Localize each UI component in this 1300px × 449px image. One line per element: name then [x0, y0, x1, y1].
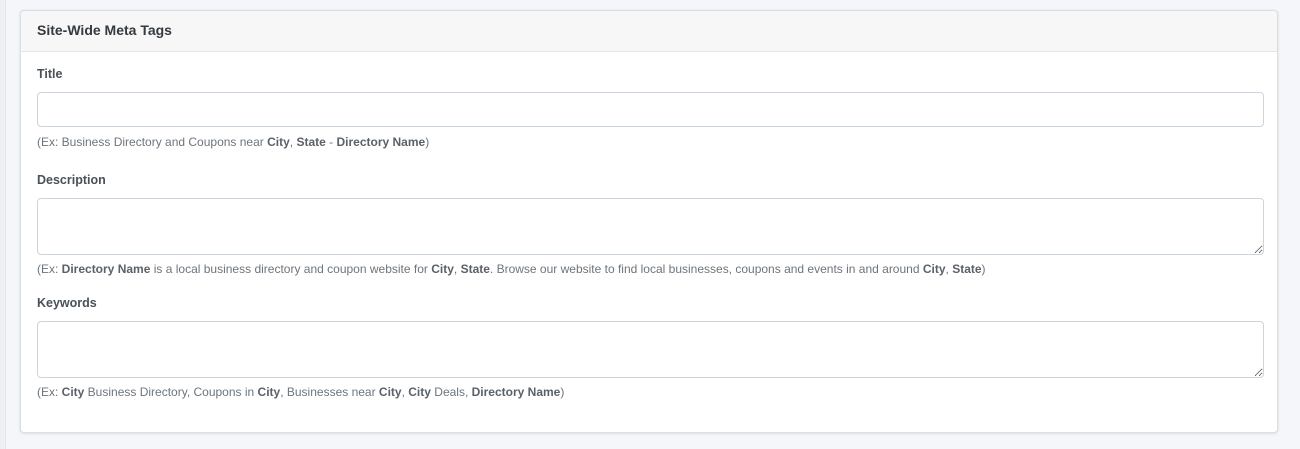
keywords-form-group: Keywords (Ex: City Business Directory, C…: [37, 295, 1264, 400]
page: Site-Wide Meta Tags Title (Ex: Business …: [0, 0, 1300, 449]
help-text-fragment: (Ex:: [37, 385, 62, 399]
help-text-fragment: Deals,: [430, 385, 472, 399]
help-placeholder-token: State: [460, 262, 490, 276]
help-placeholder-token: Directory Name: [471, 385, 561, 399]
keywords-textarea[interactable]: [37, 321, 1264, 378]
help-placeholder-token: City: [378, 385, 402, 399]
card-body: Title (Ex: Business Directory and Coupon…: [21, 52, 1277, 400]
title-form-group: Title (Ex: Business Directory and Coupon…: [37, 66, 1264, 150]
help-text-fragment: . Browse our website to find local busin…: [489, 262, 923, 276]
help-placeholder-token: City: [267, 135, 290, 149]
help-text-fragment: -: [325, 135, 337, 149]
title-label: Title: [37, 67, 63, 81]
keywords-label: Keywords: [37, 296, 97, 310]
description-form-group: Description (Ex: Directory Name is a loc…: [37, 172, 1264, 277]
help-text-fragment: Business Directory, Coupons in: [84, 385, 258, 399]
help-text-fragment: ): [425, 135, 430, 149]
description-help-text: (Ex: Directory Name is a local business …: [37, 261, 1262, 277]
title-input[interactable]: [37, 92, 1264, 127]
help-placeholder-token: City: [408, 385, 431, 399]
help-placeholder-token: Directory Name: [61, 262, 151, 276]
keywords-help-text: (Ex: City Business Directory, Coupons in…: [37, 384, 1262, 400]
help-placeholder-token: City: [431, 262, 454, 276]
help-placeholder-token: City: [922, 262, 946, 276]
help-text-fragment: (Ex:: [37, 262, 62, 276]
help-text-fragment: , Businesses near: [280, 385, 379, 399]
description-textarea[interactable]: [37, 198, 1264, 255]
help-text-fragment: ): [981, 262, 986, 276]
left-sidebar-edge: [0, 0, 6, 449]
help-placeholder-token: City: [257, 385, 281, 399]
help-placeholder-token: State: [952, 262, 982, 276]
help-text-fragment: ): [560, 385, 565, 399]
help-placeholder-token: Directory Name: [336, 135, 426, 149]
help-placeholder-token: City: [61, 385, 85, 399]
card-title: Site-Wide Meta Tags: [21, 11, 1277, 52]
title-help-text: (Ex: Business Directory and Coupons near…: [37, 134, 1262, 150]
help-text-fragment: (Ex: Business Directory and Coupons near: [37, 135, 268, 149]
help-text-fragment: is a local business directory and coupon…: [150, 262, 432, 276]
help-text-fragment: ,: [453, 262, 461, 276]
meta-tags-card: Site-Wide Meta Tags Title (Ex: Business …: [20, 10, 1278, 433]
description-label: Description: [37, 173, 106, 187]
help-placeholder-token: State: [296, 135, 326, 149]
